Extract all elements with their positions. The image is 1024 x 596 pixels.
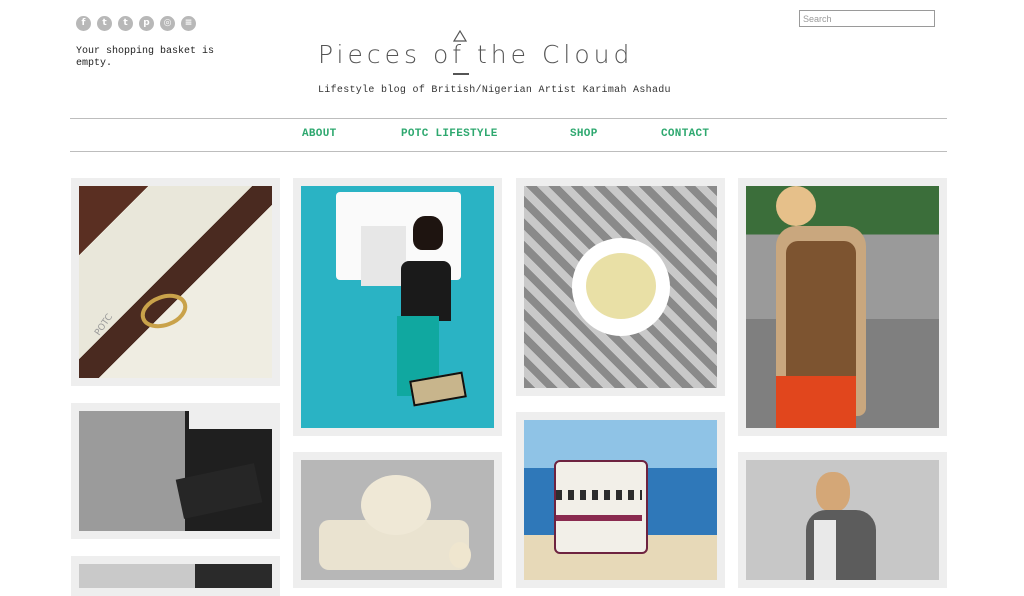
product-photo-suede-vest bbox=[746, 186, 939, 428]
twitter-icon[interactable]: t bbox=[97, 16, 112, 31]
gallery-card[interactable] bbox=[738, 178, 947, 436]
product-photo-beach-bag bbox=[524, 420, 717, 580]
gallery-card[interactable] bbox=[293, 178, 502, 436]
nav-item-about[interactable]: ABOUT bbox=[302, 128, 337, 140]
product-photo-teal-wall bbox=[301, 186, 494, 428]
product-photo-soup-bowl bbox=[524, 186, 717, 388]
gallery-card[interactable]: POTC bbox=[71, 178, 280, 386]
logo-underline bbox=[453, 73, 469, 75]
nav-item-contact[interactable]: CONTACT bbox=[661, 128, 709, 140]
gallery-card[interactable] bbox=[516, 412, 725, 588]
nav-bottom-divider bbox=[70, 151, 947, 152]
product-photo-linen-roll bbox=[301, 460, 494, 580]
product-photo-partial bbox=[79, 564, 272, 588]
spotify-icon[interactable]: ≡ bbox=[181, 16, 196, 31]
site-title: Pieces of the Cloud bbox=[318, 40, 634, 69]
svg-text:POTC: POTC bbox=[93, 313, 115, 338]
tumblr-icon[interactable]: t bbox=[118, 16, 133, 31]
site-logo[interactable]: Pieces of the Cloud bbox=[318, 30, 708, 76]
search-input[interactable] bbox=[799, 10, 935, 27]
pinterest-icon[interactable]: p bbox=[139, 16, 154, 31]
nav-top-divider bbox=[70, 118, 947, 119]
site-tagline: Lifestyle blog of British/Nigerian Artis… bbox=[318, 85, 671, 96]
gallery-card[interactable] bbox=[71, 403, 280, 539]
gallery-card[interactable] bbox=[738, 452, 947, 588]
gallery-card[interactable] bbox=[516, 178, 725, 396]
product-photo-leather-clutch bbox=[79, 411, 272, 531]
gallery-card[interactable] bbox=[293, 452, 502, 588]
instagram-icon[interactable]: ◎ bbox=[160, 16, 175, 31]
social-links: f t t p ◎ ≡ bbox=[76, 16, 196, 31]
facebook-icon[interactable]: f bbox=[76, 16, 91, 31]
product-photo-ring-cards: POTC bbox=[79, 186, 272, 378]
product-photo-model-jacket bbox=[746, 460, 939, 580]
ring-icon: POTC bbox=[93, 293, 188, 338]
shopping-basket-status[interactable]: Your shopping basket is empty. bbox=[76, 46, 216, 70]
nav-item-shop[interactable]: SHOP bbox=[570, 128, 598, 140]
nav-item-potc-lifestyle[interactable]: POTC LIFESTYLE bbox=[401, 128, 498, 140]
gallery-card[interactable] bbox=[71, 556, 280, 596]
